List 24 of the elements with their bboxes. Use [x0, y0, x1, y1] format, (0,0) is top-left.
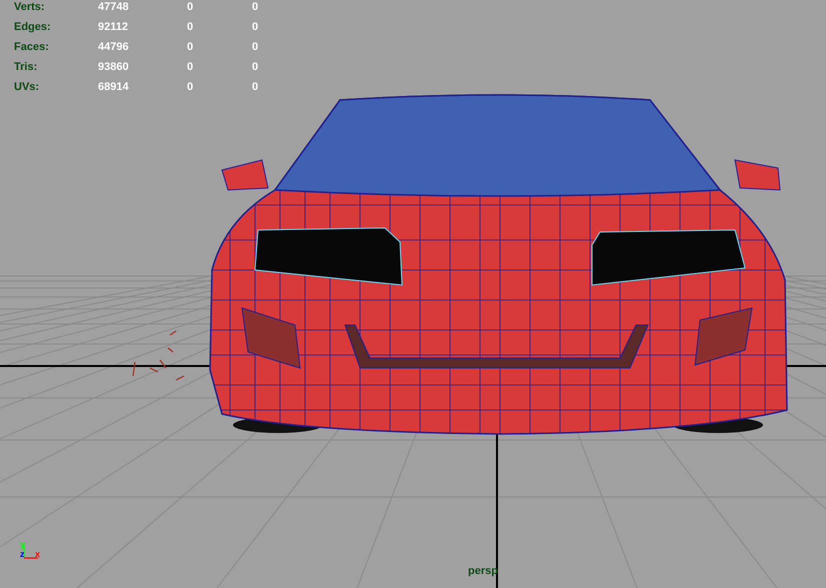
stat-value: 0 — [252, 1, 258, 13]
axis-label: y — [20, 539, 26, 549]
stat-label: Tris: — [14, 61, 38, 73]
stat-value: 0 — [252, 61, 258, 73]
curve-marks-drawing — [132, 330, 185, 381]
stat-value: 0 — [187, 1, 194, 13]
stat-value: 68914 — [98, 81, 130, 93]
stat-value: 0 — [187, 61, 194, 73]
stat-value: 44796 — [98, 41, 130, 53]
stat-value: 93860 — [98, 61, 130, 73]
axis-label: x — [35, 549, 40, 559]
stat-label: Verts: — [14, 1, 46, 13]
stat-label: Edges: — [14, 21, 52, 33]
stat-value: 0 — [252, 81, 258, 93]
stat-label: Faces: — [14, 41, 50, 53]
axis-icon — [23, 545, 38, 559]
stat-value: 0 — [252, 41, 258, 53]
stat-value: 0 — [187, 81, 194, 93]
stat-value: 47748 — [98, 1, 130, 13]
stat-value: 92112 — [98, 21, 129, 33]
stat-value: 0 — [187, 21, 194, 33]
stat-label: UVs: — [14, 81, 40, 93]
stat-value: 0 — [187, 41, 194, 53]
stat-value: 0 — [252, 21, 258, 33]
